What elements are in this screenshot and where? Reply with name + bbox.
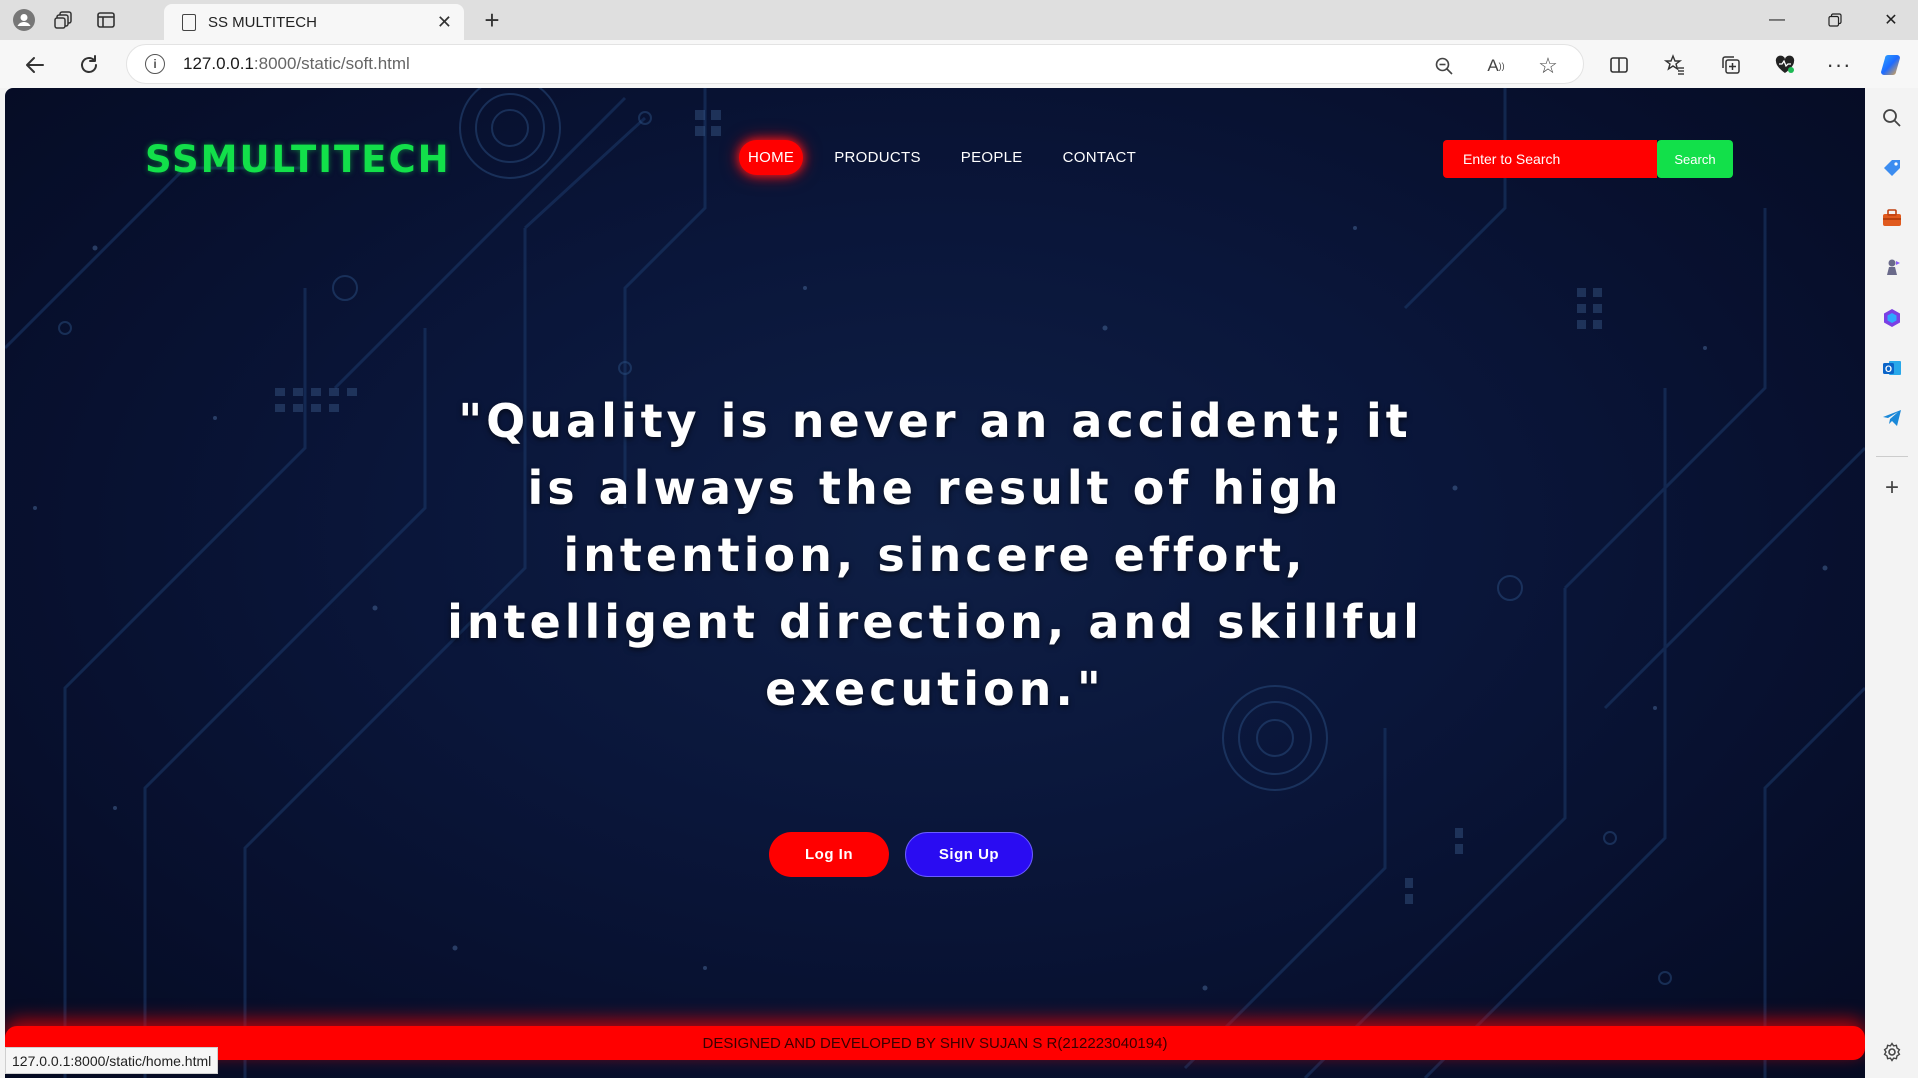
add-icon[interactable]: + — [1876, 472, 1908, 504]
hero-buttons: Log In Sign Up — [435, 832, 1435, 877]
read-aloud-icon[interactable]: A)) — [1481, 51, 1511, 81]
outlook-icon[interactable]: O — [1876, 352, 1908, 384]
address-bar[interactable]: i 127.0.0.1:8000/static/soft.html A)) ☆ — [126, 44, 1584, 84]
minimize-icon[interactable]: — — [1750, 0, 1804, 40]
url-text[interactable]: 127.0.0.1:8000/static/soft.html — [183, 54, 410, 74]
search-form: Search — [1443, 140, 1733, 178]
close-tab-icon[interactable]: ✕ — [437, 12, 452, 33]
site-info-icon[interactable]: i — [145, 54, 165, 74]
nav-products[interactable]: PRODUCTS — [825, 140, 930, 175]
split-screen-icon[interactable] — [1602, 48, 1636, 82]
refresh-icon[interactable] — [72, 48, 106, 82]
profile-icon[interactable] — [8, 4, 40, 36]
browser-sidebar: O + — [1866, 88, 1918, 1078]
hero-section: "Quality is never an accident; it is alw… — [435, 388, 1435, 877]
main-nav: HOME PRODUCTS PEOPLE CONTACT — [739, 140, 1167, 175]
close-window-icon[interactable]: ✕ — [1864, 0, 1918, 40]
footer-credit: DESIGNED AND DEVELOPED BY SHIV SUJAN S R… — [702, 1034, 1168, 1052]
page-icon — [182, 13, 196, 31]
browser-toolbar: i 127.0.0.1:8000/static/soft.html A)) ☆ … — [0, 40, 1918, 88]
copilot-icon[interactable] — [1874, 48, 1908, 82]
new-tab-icon[interactable]: + — [476, 4, 508, 36]
signup-button[interactable]: Sign Up — [905, 832, 1033, 877]
zoom-icon[interactable] — [1429, 51, 1459, 81]
vertical-tabs-icon[interactable] — [90, 4, 122, 36]
search-icon[interactable] — [1876, 102, 1908, 134]
shopping-icon[interactable] — [1876, 152, 1908, 184]
workspaces-icon[interactable] — [48, 4, 80, 36]
site-footer: DESIGNED AND DEVELOPED BY SHIV SUJAN S R… — [5, 1026, 1865, 1060]
nav-contact[interactable]: CONTACT — [1054, 140, 1145, 175]
favorite-star-icon[interactable]: ☆ — [1533, 51, 1563, 81]
browser-essentials-icon[interactable] — [1768, 48, 1802, 82]
favorites-icon[interactable] — [1658, 48, 1692, 82]
status-bar-url: 127.0.0.1:8000/static/home.html — [5, 1047, 219, 1074]
tools-icon[interactable] — [1876, 202, 1908, 234]
page-viewport: SSMULTITECH HOME PRODUCTS PEOPLE CONTACT… — [5, 88, 1865, 1078]
restore-icon[interactable] — [1808, 0, 1862, 40]
active-tab[interactable]: SS MULTITECH ✕ — [164, 4, 464, 40]
settings-icon[interactable] — [1876, 1036, 1908, 1068]
svg-text:O: O — [1885, 364, 1892, 374]
collections-icon[interactable] — [1714, 48, 1748, 82]
more-icon[interactable]: ··· — [1822, 48, 1856, 82]
sidebar-divider — [1876, 456, 1908, 457]
search-button[interactable]: Search — [1657, 140, 1733, 178]
back-icon[interactable] — [18, 48, 52, 82]
nav-people[interactable]: PEOPLE — [952, 140, 1032, 175]
tab-strip: SS MULTITECH ✕ + — ✕ — [0, 0, 1918, 40]
hero-quote: "Quality is never an accident; it is alw… — [447, 394, 1423, 716]
microsoft365-icon[interactable] — [1876, 302, 1908, 334]
games-icon[interactable] — [1876, 252, 1908, 284]
search-input[interactable] — [1443, 140, 1657, 178]
tab-title: SS MULTITECH — [208, 13, 317, 31]
site-header: SSMULTITECH HOME PRODUCTS PEOPLE CONTACT… — [5, 88, 1865, 228]
site-logo[interactable]: SSMULTITECH — [145, 138, 451, 181]
login-button[interactable]: Log In — [769, 832, 889, 877]
nav-home[interactable]: HOME — [739, 140, 804, 175]
telegram-icon[interactable] — [1876, 402, 1908, 434]
